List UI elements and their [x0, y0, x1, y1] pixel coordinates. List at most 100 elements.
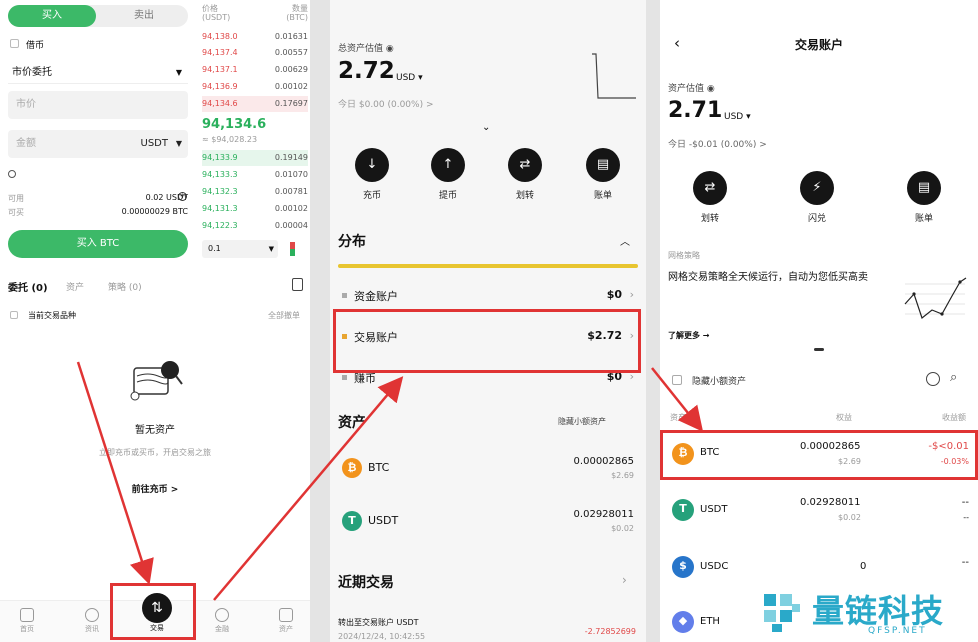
transfer-button[interactable]: ⇄ [693, 171, 727, 205]
ask-row[interactable]: 94,136.9 0.00102 [202, 79, 308, 95]
recent-trades-title: 近期交易 [338, 575, 394, 591]
price-input[interactable]: 市价 [8, 91, 188, 119]
withdraw-button[interactable]: ↑ [431, 148, 465, 182]
amount-input[interactable]: 金额 USDT ▼ [8, 130, 188, 158]
clock-icon [85, 608, 99, 622]
usdt-coin-icon: T [672, 499, 694, 521]
collapse-chevron-icon[interactable]: ︿ [620, 233, 630, 248]
hide-small-assets-toggle[interactable]: 隐藏小额资产 [558, 416, 606, 427]
bid-row[interactable]: 94,133.9 0.19149 [202, 150, 308, 166]
hide-small-label: 隐藏小额资产 [692, 377, 747, 387]
ob-qty-header: 数量 (BTC) [286, 4, 308, 22]
chevron-down-icon: ▼ [175, 139, 182, 148]
btc-coin-icon: ₿ [342, 458, 362, 478]
bid-row[interactable]: 94,133.3 0.01070 [202, 167, 308, 183]
tab-finance[interactable]: 金融 [202, 608, 242, 634]
trade-screen: 买入 卖出 借币 市价委托 ▼ 市价 金额 USDT ▼ 可用 0.02 USD… [0, 0, 310, 642]
tab-assets-bottom[interactable]: 资产 [266, 608, 306, 634]
asset-amount: 0.02928011 [573, 509, 634, 520]
highlight-box-trading-account [333, 309, 641, 373]
depth-value: 0.1 [208, 244, 221, 253]
balance-sparkline [592, 52, 636, 102]
buy-btc-button[interactable]: 买入 BTC [8, 230, 188, 258]
grid-chart-illustration [900, 274, 970, 324]
carousel-indicator [814, 348, 824, 351]
total-assets-label: 总资产估值 ◉ [338, 44, 394, 54]
asset-usd: $0.02 [611, 524, 634, 533]
ob-price-header: 价格 (USDT) [202, 4, 231, 22]
grid-promo-card[interactable]: 网格策略 网格交易策略全天候运行，自动为您低买高卖 了解更多 → [660, 240, 978, 360]
chevron-down-icon: ▼ [175, 68, 182, 77]
deposit-button[interactable]: ↓ [355, 148, 389, 182]
expand-chevron-icon[interactable]: ⌄ [482, 122, 490, 133]
slider-handle[interactable] [8, 170, 16, 178]
go-deposit-link[interactable]: 前往充币 > [0, 482, 310, 495]
chevron-right-icon[interactable]: › [622, 573, 627, 587]
book-layout-icon[interactable] [290, 242, 302, 256]
assets-title: 资产 [338, 415, 366, 431]
add-circle-icon[interactable]: + [178, 192, 187, 201]
bill-button[interactable]: ▤ [586, 148, 620, 182]
tab-news[interactable]: 资讯 [72, 608, 112, 634]
current-pair-checkbox[interactable] [10, 311, 18, 319]
eye-icon[interactable]: ◉ [707, 84, 715, 94]
tab-buy[interactable]: 买入 [8, 5, 96, 27]
eye-icon[interactable]: ◉ [386, 44, 394, 54]
bid-row[interactable]: 94,131.3 0.00102 [202, 201, 308, 217]
bid-row[interactable]: 94,122.3 0.00004 [202, 218, 308, 234]
usdc-coin-icon: $ [672, 556, 694, 578]
valuation-label: 资产估值 ◉ [668, 84, 715, 94]
today-pnl[interactable]: 今日 $0.00 (0.00%) > [338, 97, 434, 110]
amount-placeholder: 金额 [16, 138, 36, 149]
history-icon[interactable] [292, 278, 303, 291]
empty-title: 暂无资产 [135, 425, 175, 436]
valuation-value: 2.71 [668, 98, 723, 123]
currency-selector[interactable]: USD ▾ [724, 112, 751, 122]
convert-button[interactable]: ⚡ [800, 171, 834, 205]
search-icon[interactable]: ⌕ [950, 370, 957, 385]
tab-orders[interactable]: 委托 (0) [8, 279, 48, 294]
assets-overview-screen: 总资产估值 ◉ 2.72 USD ▾ 今日 $0.00 (0.00%) > ⌄ … [330, 0, 646, 642]
bid-row[interactable]: 94,132.3 0.00781 [202, 184, 308, 200]
leverage-label: 借币 [26, 41, 45, 51]
col-equity: 权益 [836, 413, 852, 422]
ask-row[interactable]: 94,137.4 0.00557 [202, 45, 308, 61]
col-pnl: 收益额 [942, 413, 966, 422]
tab-sell[interactable]: 卖出 [100, 5, 188, 27]
hide-small-checkbox[interactable] [672, 375, 682, 385]
col-asset: 资产 [670, 413, 686, 422]
convert-label: 闪兑 [807, 214, 826, 224]
highlight-box-btc-row [660, 430, 978, 480]
last-price: 94,134.6 [202, 117, 267, 132]
refresh-icon[interactable] [926, 372, 940, 386]
watermark: 量链科技 QFSP.NET [758, 582, 978, 642]
bill-label: 账单 [593, 191, 612, 201]
tab-strategy[interactable]: 策略 (0) [108, 280, 142, 293]
currency-selector[interactable]: USD ▾ [396, 73, 423, 83]
wallet-icon [279, 608, 293, 622]
trading-account-screen: ‹ 交易账户 资产估值 ◉ 2.71 USD ▾ 今日 -$0.01 (0.00… [660, 0, 978, 642]
learn-more-link[interactable]: 了解更多 → [668, 330, 710, 341]
amount-unit: USDT [140, 138, 168, 149]
depth-select[interactable]: 0.1 ▼ [202, 240, 278, 258]
highlight-box-trade-tab [110, 583, 196, 640]
chevron-right-icon: › [629, 288, 634, 301]
order-type-select[interactable]: 市价委托 ▼ [8, 62, 188, 84]
ask-row[interactable]: 94,134.6 0.17697 [202, 96, 308, 112]
leverage-checkbox[interactable] [10, 39, 19, 48]
today-pnl[interactable]: 今日 -$0.01 (0.00%) > [668, 137, 767, 150]
asset-amount: 0.00002865 [573, 456, 634, 467]
ask-row[interactable]: 94,137.1 0.00629 [202, 62, 308, 78]
ask-row[interactable]: 94,138.0 0.01631 [202, 29, 308, 45]
brand-domain: QFSP.NET [868, 626, 927, 636]
last-price-usd: ≈ $94,028.23 [202, 135, 258, 144]
usdt-coin-icon: T [342, 511, 362, 531]
tab-home[interactable]: 首页 [7, 608, 47, 634]
tab-assets[interactable]: 资产 [66, 280, 84, 293]
bill-label: 账单 [914, 214, 933, 224]
bill-button[interactable]: ▤ [907, 171, 941, 205]
asset-row-usdt[interactable]: T USDT 0.02928011 $0.02 -- -- [668, 486, 973, 536]
cancel-all-button[interactable]: 全部撤单 [268, 310, 300, 321]
transfer-label: 划转 [700, 214, 719, 224]
transfer-button[interactable]: ⇄ [508, 148, 542, 182]
